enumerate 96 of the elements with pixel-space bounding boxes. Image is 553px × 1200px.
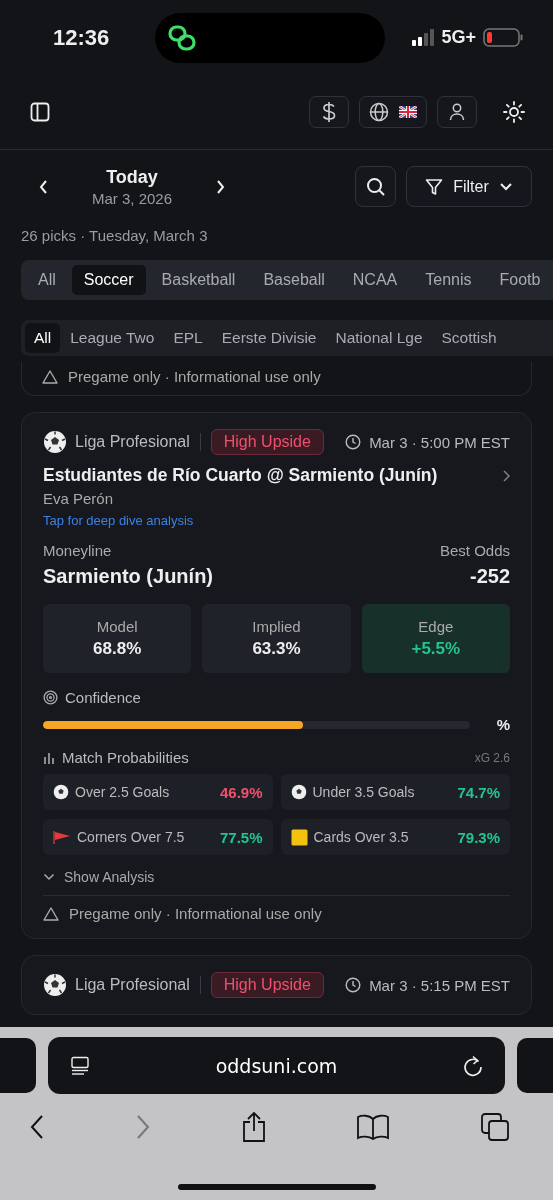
person-icon [449, 103, 465, 121]
analysis-toggle[interactable]: Show Analysis [43, 869, 155, 885]
battery-icon [483, 28, 523, 47]
deep-dive-link[interactable]: Tap for deep dive analysis [43, 513, 510, 528]
soccer-ball-icon [53, 784, 69, 800]
filter-icon [425, 177, 444, 196]
tab-preview[interactable] [0, 1038, 36, 1093]
stat-label: Model [96, 618, 138, 635]
league-tab[interactable]: Eerste Divisie [212, 323, 326, 353]
search-button[interactable] [355, 166, 396, 207]
uk-flag-icon [399, 106, 417, 118]
next-day-icon[interactable] [214, 178, 226, 195]
section-title: Match Probabilities [62, 749, 189, 766]
sport-tab[interactable]: Baseball [251, 265, 337, 295]
corner-flag-icon [53, 830, 71, 844]
status-time: 12:36 [53, 24, 111, 51]
reload-icon[interactable] [463, 1054, 483, 1077]
stat-value: +5.5% [411, 639, 461, 659]
league-tab[interactable]: All [25, 323, 61, 353]
venue-name: Eva Perón [43, 490, 115, 507]
league-tab[interactable]: National Lge [326, 323, 432, 353]
currency-button[interactable] [309, 96, 349, 128]
sport-tab[interactable]: Footb [487, 265, 553, 295]
league-tab[interactable]: League Two [61, 323, 164, 353]
day-title: Today [106, 166, 158, 188]
probability-label: Cards Over 3.5 [313, 829, 409, 845]
stat-value: 63.3% [252, 639, 301, 659]
sport-tab[interactable]: All [26, 265, 68, 295]
upside-badge: High Upside [210, 429, 324, 455]
probability-label: Corners Over 7.5 [77, 829, 185, 845]
stat-label: Implied [252, 618, 301, 635]
book-icon[interactable] [357, 1114, 390, 1140]
penalty-card-icon [290, 828, 308, 846]
odds-label: Best Odds [439, 542, 510, 559]
kickoff-time: Mar 3 · 5:15 PM EST [369, 976, 510, 994]
soccer-ball-icon [43, 430, 67, 454]
sidebar-toggle-icon[interactable] [30, 102, 50, 122]
filter-button[interactable]: Filter [406, 166, 532, 207]
link-icon [167, 22, 197, 53]
probability-value: 77.5% [219, 828, 263, 846]
probability-label: Under 3.5 Goals [312, 784, 415, 800]
matchup-title[interactable]: Estudiantes de Río Cuarto @ Sarmiento (Junín) [43, 465, 438, 486]
address-bar[interactable]: oddsuni.com [48, 1037, 505, 1094]
probability-value: 46.9% [219, 783, 263, 801]
bar-chart-icon [43, 751, 55, 764]
soccer-ball-icon [290, 784, 307, 800]
url-text: oddsuni.com [215, 1054, 338, 1077]
globe-icon [369, 102, 389, 122]
league-name: Liga Profesional [75, 433, 190, 451]
sun-icon[interactable] [503, 101, 525, 123]
disclaimer-text: Pregame only · Informational use only [69, 905, 322, 922]
forward-icon[interactable] [135, 1114, 150, 1140]
confidence-value: % [495, 716, 510, 733]
soccer-ball-icon [43, 973, 67, 997]
confidence-label: Confidence [65, 689, 141, 706]
share-icon[interactable] [241, 1112, 266, 1142]
sport-tab[interactable]: NCAA [340, 265, 410, 295]
chevron-down-icon [498, 181, 513, 192]
warning-icon [42, 369, 58, 384]
previous-day-icon[interactable] [38, 178, 50, 195]
dollar-icon [322, 101, 336, 123]
market-label: Moneyline [43, 542, 112, 559]
signal-icon [412, 29, 435, 46]
warning-icon [43, 906, 59, 921]
sport-tab[interactable]: Basketball [149, 265, 248, 295]
picks-summary: 26 picks · Tuesday, March 3 [20, 226, 209, 244]
chevron-icon [43, 873, 55, 881]
odds-value: -252 [469, 565, 510, 588]
target-icon [43, 690, 58, 705]
account-button[interactable] [437, 96, 477, 128]
pick-name: Sarmiento (Junín) [43, 565, 213, 588]
stat-label: Edge [418, 618, 454, 635]
league-name: Liga Profesional [75, 976, 190, 994]
tab-preview[interactable] [517, 1038, 553, 1093]
language-button[interactable] [359, 96, 427, 128]
probability-value: 79.3% [457, 828, 500, 846]
page-menu-icon[interactable] [70, 1055, 90, 1076]
kickoff-time: Mar 3 · 5:00 PM EST [369, 433, 510, 451]
tabs-icon[interactable] [481, 1113, 509, 1141]
chevron-right-icon[interactable] [502, 469, 510, 482]
clock-icon [345, 434, 362, 450]
disclaimer-text: Pregame only · Informational use only [68, 368, 321, 385]
search-icon [365, 176, 386, 197]
upside-badge: High Upside [210, 972, 324, 998]
league-tab[interactable]: Scottish [432, 323, 506, 353]
sport-tab[interactable]: Soccer [71, 265, 146, 295]
xg-value: xG 2.6 [474, 750, 510, 765]
stat-value: 68.8% [93, 639, 142, 659]
network-label: 5G+ [441, 27, 476, 48]
sport-tab[interactable]: Tennis [413, 265, 484, 295]
date-label: Mar 3, 2026 [91, 189, 172, 207]
league-tab[interactable]: EPL [164, 323, 212, 353]
clock-icon [345, 977, 362, 993]
probability-label: Over 2.5 Goals [75, 784, 170, 800]
back-icon[interactable] [30, 1114, 44, 1140]
probability-value: 74.7% [457, 783, 500, 801]
